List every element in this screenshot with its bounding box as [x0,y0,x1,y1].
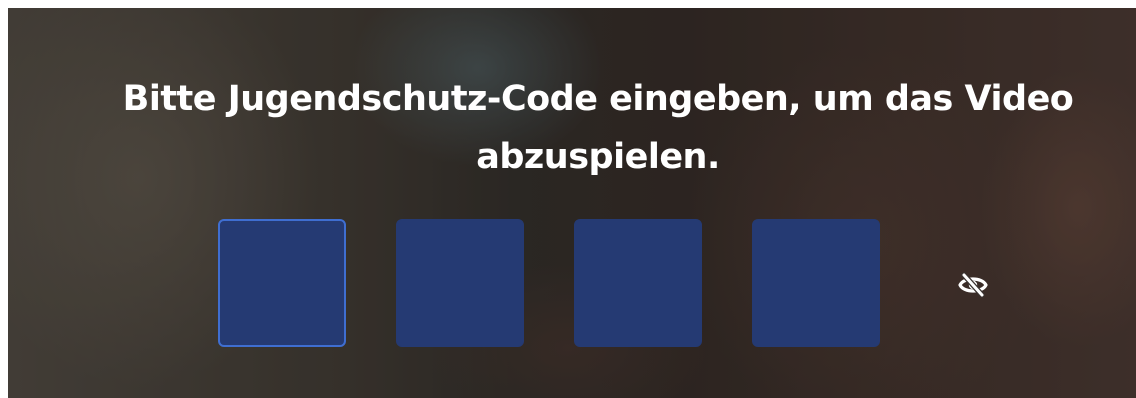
video-player: Bitte Jugendschutz-Code eingeben, um das… [8,8,1136,398]
parental-control-overlay: Bitte Jugendschutz-Code eingeben, um das… [8,8,1136,398]
pin-digit-2-input[interactable] [396,219,524,347]
pin-prompt-heading: Bitte Jugendschutz-Code eingeben, um das… [122,79,1074,177]
pin-digit-1-input[interactable] [218,219,346,347]
pin-digit-4-input[interactable] [752,219,880,347]
show-pin-toggle-button[interactable] [956,271,990,299]
eye-off-icon [958,272,988,298]
pin-digit-3-input[interactable] [574,219,702,347]
